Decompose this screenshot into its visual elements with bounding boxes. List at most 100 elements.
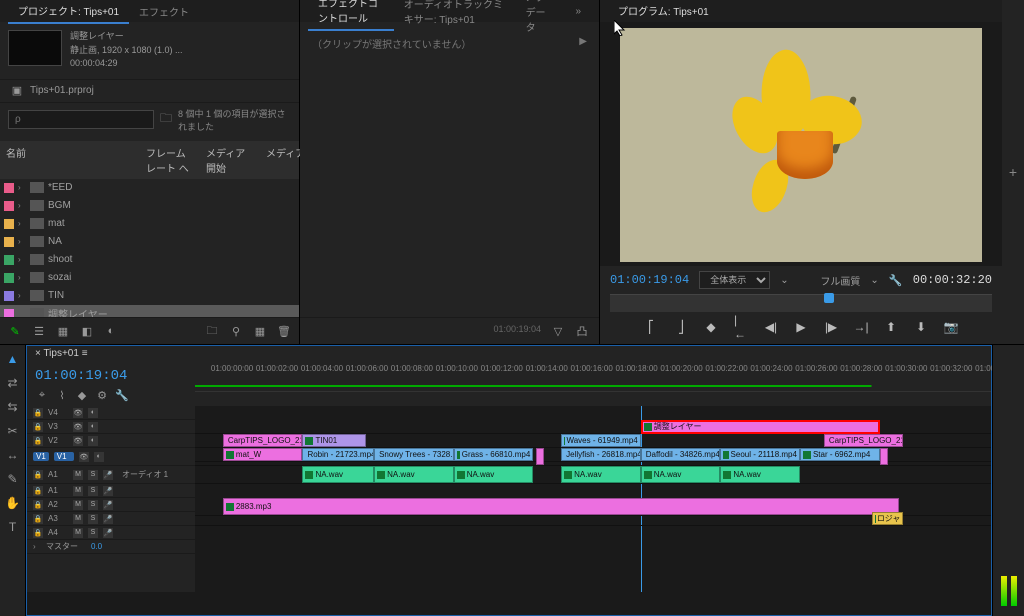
track-name[interactable]: V1 bbox=[54, 452, 74, 461]
item-list[interactable]: › *EED › BGM › mat › NA › shoot › sozai … bbox=[0, 179, 299, 318]
track-lane[interactable]: ロジャ bbox=[195, 512, 991, 526]
timeline-tab[interactable]: × Tips+01 ≡ bbox=[35, 348, 88, 359]
link-icon[interactable]: ⌇ bbox=[55, 388, 69, 402]
project-item[interactable]: › TIN bbox=[0, 287, 299, 305]
label-color-swatch[interactable] bbox=[4, 309, 14, 318]
icon-view-icon[interactable]: ▦ bbox=[56, 324, 70, 338]
project-item[interactable]: › NA bbox=[0, 233, 299, 251]
track-name[interactable]: V2 bbox=[48, 436, 68, 445]
clip[interactable]: ロジャ bbox=[872, 512, 904, 525]
ripple-tool-icon[interactable]: ⇆ bbox=[5, 399, 21, 415]
toggle-sync-icon[interactable]: ◐ bbox=[94, 452, 104, 462]
lock-icon[interactable]: 🔒 bbox=[33, 500, 43, 510]
lock-icon[interactable]: 🔒 bbox=[33, 514, 43, 524]
add-panel-button[interactable]: + bbox=[1002, 0, 1024, 344]
col-fps[interactable]: フレームレート へ bbox=[140, 141, 200, 179]
project-item[interactable]: › shoot bbox=[0, 251, 299, 269]
label-color-swatch[interactable] bbox=[4, 201, 14, 211]
track-select-tool-icon[interactable]: ⇄ bbox=[5, 375, 21, 391]
quality-label[interactable]: フル画質 bbox=[820, 273, 860, 288]
work-area-bar[interactable] bbox=[195, 385, 991, 387]
toggle-sync-icon[interactable]: ◐ bbox=[88, 436, 98, 446]
label-color-swatch[interactable] bbox=[4, 255, 14, 265]
toggle-output-icon[interactable]: 👁 bbox=[79, 452, 89, 462]
source-thumb[interactable] bbox=[8, 30, 62, 66]
solo-icon[interactable]: S bbox=[88, 470, 98, 480]
program-playhead-icon[interactable] bbox=[824, 293, 834, 303]
mark-in-icon[interactable]: ⎡ bbox=[644, 320, 658, 334]
mute-icon[interactable]: M bbox=[73, 528, 83, 538]
lock-icon[interactable]: 🔒 bbox=[33, 408, 43, 418]
timeline-timecode[interactable]: 01:00:19:04 bbox=[35, 368, 187, 384]
export-frame-icon[interactable]: 📷 bbox=[944, 320, 958, 334]
clip[interactable]: NA.wav bbox=[374, 466, 454, 483]
razor-tool-icon[interactable]: ✂ bbox=[5, 423, 21, 439]
track-name[interactable]: A4 bbox=[48, 528, 68, 537]
col-name[interactable]: 名前 bbox=[0, 141, 140, 179]
track-name[interactable]: A1 bbox=[48, 486, 68, 495]
clip[interactable]: TIN01 bbox=[302, 434, 366, 447]
solo-icon[interactable]: S bbox=[88, 486, 98, 496]
project-item[interactable]: › sozai bbox=[0, 269, 299, 287]
trash-icon[interactable]: 🗑 bbox=[277, 324, 291, 338]
master-value[interactable]: 0.0 bbox=[91, 542, 102, 551]
program-ruler[interactable] bbox=[610, 294, 992, 312]
master-track-header[interactable]: ›マスター0.0 bbox=[27, 540, 195, 554]
col-media[interactable]: メディア開始 bbox=[200, 141, 260, 179]
toggle-output-icon[interactable]: 👁 bbox=[73, 408, 83, 418]
lock-icon[interactable]: 🔒 bbox=[33, 470, 43, 480]
track-header[interactable]: 🔒 V4 👁 ◐ bbox=[27, 406, 195, 420]
audio-track-header[interactable]: 🔒 A1 M S 🎤オーディオ 1 bbox=[27, 466, 195, 484]
search-input[interactable] bbox=[8, 110, 154, 129]
voice-icon[interactable]: 🎤 bbox=[103, 500, 113, 510]
source-patch[interactable]: V1 bbox=[33, 452, 49, 461]
mute-icon[interactable]: M bbox=[73, 514, 83, 524]
fx-filter2-icon[interactable]: 凸 bbox=[575, 324, 589, 338]
search-icon[interactable]: ⚲ bbox=[229, 324, 243, 338]
track-name[interactable]: V4 bbox=[48, 408, 68, 417]
lock-icon[interactable]: 🔒 bbox=[33, 486, 43, 496]
track-header[interactable]: 🔒V3 👁 ◐ bbox=[27, 420, 195, 434]
track-header[interactable]: 🔒V2 👁 ◐ bbox=[27, 434, 195, 448]
edit-icon[interactable]: ✎ bbox=[8, 324, 22, 338]
audio-track-header[interactable]: 🔒 A4 M S 🎤 bbox=[27, 526, 195, 540]
new-folder-icon[interactable]: 🗀 bbox=[160, 109, 172, 130]
label-color-swatch[interactable] bbox=[4, 291, 14, 301]
mute-icon[interactable]: M bbox=[73, 500, 83, 510]
track-name[interactable]: A1 bbox=[48, 470, 68, 479]
marker-icon[interactable]: ◆ bbox=[704, 320, 718, 334]
audio-track-header[interactable]: 🔒 A3 M S 🎤 bbox=[27, 512, 195, 526]
chevron-icon[interactable]: › bbox=[18, 291, 26, 300]
marker2-icon[interactable]: ◆ bbox=[75, 388, 89, 402]
track-name[interactable]: A3 bbox=[48, 514, 68, 523]
tabs-overflow-icon[interactable]: » bbox=[565, 2, 591, 21]
hand-tool-icon[interactable]: ✋ bbox=[5, 495, 21, 511]
play-icon[interactable]: ▶ bbox=[794, 320, 808, 334]
slip-tool-icon[interactable]: ↔ bbox=[5, 447, 21, 463]
chevron-icon[interactable]: › bbox=[33, 542, 41, 551]
project-item[interactable]: › *EED bbox=[0, 179, 299, 197]
clip[interactable]: NA.wav bbox=[561, 466, 641, 483]
mark-out-icon[interactable]: ⎦ bbox=[674, 320, 688, 334]
goto-out-icon[interactable]: →| bbox=[854, 320, 868, 334]
fit-dropdown[interactable]: 全体表示 bbox=[699, 271, 770, 289]
clip[interactable]: 調整レイヤー bbox=[641, 420, 880, 433]
tab-program[interactable]: プログラム: Tips+01 bbox=[608, 0, 719, 24]
wrench-icon[interactable]: 🔧 bbox=[889, 273, 903, 287]
tab-project[interactable]: プロジェクト: Tips+01 bbox=[8, 0, 129, 24]
sort-icon[interactable]: ◐ bbox=[104, 324, 118, 338]
solo-icon[interactable]: S bbox=[88, 500, 98, 510]
toggle-sync-icon[interactable]: ◐ bbox=[88, 408, 98, 418]
label-color-swatch[interactable] bbox=[4, 183, 14, 193]
timeline-ruler[interactable]: 01:00:00:0001:00:02:0001:00:04:0001:00:0… bbox=[195, 364, 991, 392]
clip[interactable]: NA.wav bbox=[720, 466, 800, 483]
project-item[interactable]: › mat bbox=[0, 215, 299, 233]
program-timecode[interactable]: 01:00:19:04 bbox=[610, 273, 689, 287]
label-color-swatch[interactable] bbox=[4, 273, 14, 283]
type-tool-icon[interactable]: T bbox=[5, 519, 21, 535]
clip[interactable]: NA.wav bbox=[641, 466, 721, 483]
toggle-output-icon[interactable]: 👁 bbox=[73, 436, 83, 446]
new-item-icon[interactable]: ▦ bbox=[253, 324, 267, 338]
new-bin-icon[interactable]: 🗀 bbox=[205, 324, 219, 338]
chevron-icon[interactable]: › bbox=[18, 183, 26, 192]
